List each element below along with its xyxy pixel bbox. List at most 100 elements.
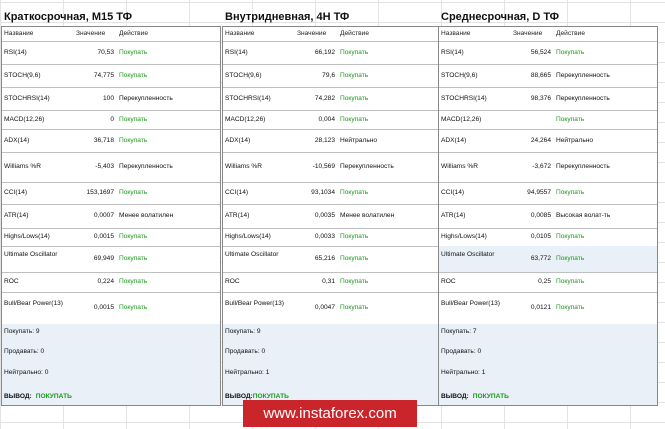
indicator-name: Bull/Bear Power(13) xyxy=(225,300,285,307)
indicator-name: STOCHRSI(14) xyxy=(4,95,50,102)
indicator-action: Покупать xyxy=(119,233,148,240)
table-header: Название Значение Действие xyxy=(2,27,220,42)
indicator-action: Перекупленность xyxy=(340,163,394,170)
column-header-name: Название xyxy=(441,30,471,37)
indicator-name: STOCH(9,6) xyxy=(4,72,41,79)
table-row: Ultimate Oscillator 69,949 Покупать xyxy=(2,246,220,273)
indicator-value: 0,0105 xyxy=(530,233,551,240)
summary-sell-count: Продавать: 0 xyxy=(225,348,266,355)
indicator-value: 74,282 xyxy=(314,95,335,102)
table-row: Ultimate Oscillator 63,772 Покупать xyxy=(439,246,657,273)
indicator-action: Менее волатилен xyxy=(340,212,395,219)
table-row: CCI(14) 93,1034 Покупать xyxy=(223,182,441,205)
table-row: CCI(14) 153,1697 Покупать xyxy=(2,182,220,205)
summary-neutral-count: Нейтрально: 0 xyxy=(4,369,49,376)
panel-title: Среднесрочная, D ТФ xyxy=(441,11,560,23)
table-row: MACD(12,26) Покупать xyxy=(439,110,657,130)
table-row: STOCH(9,6) 74,775 Покупать xyxy=(2,64,220,88)
indicator-value: 0,224 xyxy=(97,278,114,285)
table-row: ADX(14) 28,123 Нейтрально xyxy=(223,129,441,153)
indicator-value: -10,569 xyxy=(312,163,335,170)
table-row: ATR(14) 0,0007 Менее волатилен xyxy=(2,204,220,229)
table-row: STOCHRSI(14) 100 Перекупленность xyxy=(2,87,220,111)
panel-short-term: Краткосрочная, M15 ТФ Название Значение Де… xyxy=(1,8,221,406)
indicator-value: 69,949 xyxy=(93,255,114,262)
indicator-action: Покупать xyxy=(556,189,585,196)
indicator-action: Перекупленность xyxy=(556,163,610,170)
indicator-name: Williams %R xyxy=(441,163,478,170)
table-row: ATR(14) 0,0035 Менее волатилен xyxy=(223,204,441,229)
summary-neutral-count: Нейтрально: 1 xyxy=(225,369,270,376)
indicator-action: Покупать xyxy=(340,72,369,79)
table-row: Highs/Lows(14) 0,0105 Покупать xyxy=(439,228,657,247)
indicator-action: Перекупленность xyxy=(119,163,173,170)
indicator-value: 66,192 xyxy=(314,49,335,56)
column-header-action: Действие xyxy=(340,30,369,37)
indicator-action: Высокая волат-ть xyxy=(556,212,611,219)
indicator-value: 0,0007 xyxy=(93,212,114,219)
indicator-name: RSI(14) xyxy=(441,49,464,56)
indicator-name: CCI(14) xyxy=(4,189,28,196)
indicator-action: Нейтрально xyxy=(340,137,378,144)
indicator-value: 88,665 xyxy=(530,72,551,79)
indicator-name: CCI(14) xyxy=(225,189,249,196)
indicator-action: Покупать xyxy=(119,137,148,144)
indicator-name: Highs/Lows(14) xyxy=(441,233,487,240)
indicator-name: STOCHRSI(14) xyxy=(441,95,487,102)
indicator-action: Перекупленность xyxy=(556,95,610,102)
table-row: ADX(14) 24,264 Нейтрально xyxy=(439,129,657,153)
panel-intraday: Внутридневная, 4H ТФ Название Значение Дей… xyxy=(222,8,442,406)
table-row: Highs/Lows(14) 0,0015 Покупать xyxy=(2,228,220,247)
indicator-name: ADX(14) xyxy=(441,137,467,144)
indicator-value: 74,775 xyxy=(93,72,114,79)
table-row: ROC 0,31 Покупать xyxy=(223,272,441,293)
summary-neutral-count: Нейтрально: 1 xyxy=(441,369,486,376)
table-row: Highs/Lows(14) 0,0033 Покупать xyxy=(223,228,441,247)
indicator-action: Менее волатилен xyxy=(119,212,174,219)
indicator-action: Покупать xyxy=(340,278,369,285)
indicator-action: Покупать xyxy=(556,49,585,56)
table-row: Williams %R -3,672 Перекупленность xyxy=(439,152,657,183)
indicator-table: Название Значение Действие RSI(14) 66,192 Пок… xyxy=(222,26,442,406)
indicator-name: Williams %R xyxy=(4,163,41,170)
indicator-value: 24,264 xyxy=(530,137,551,144)
table-row: ATR(14) 0,0085 Высокая волат-ть xyxy=(439,204,657,229)
verdict-value: ПОКУПАТЬ xyxy=(35,393,72,400)
table-row: STOCH(9,6) 88,665 Перекупленность xyxy=(439,64,657,88)
indicator-value: 98,376 xyxy=(530,95,551,102)
indicator-value: 56,524 xyxy=(530,49,551,56)
indicator-action: Покупать xyxy=(119,116,148,123)
indicator-name: ATR(14) xyxy=(441,212,466,219)
indicator-name: STOCH(9,6) xyxy=(225,72,262,79)
indicator-action: Покупать xyxy=(556,116,585,123)
summary-verdict: ВЫВОД:ПОКУПАТЬ xyxy=(4,393,72,400)
table-row: STOCH(9,6) 79,6 Покупать xyxy=(223,64,441,88)
indicator-value: 0,0047 xyxy=(314,304,335,311)
table-header: Название Значение Действие xyxy=(439,27,657,42)
indicator-value: 79,6 xyxy=(322,72,335,79)
table-row: RSI(14) 56,524 Покупать xyxy=(439,41,657,65)
indicator-value: 70,53 xyxy=(97,49,114,56)
table-row: CCI(14) 94,9557 Покупать xyxy=(439,182,657,205)
table-row: MACD(12,26) 0 Покупать xyxy=(2,110,220,130)
summary-block: Покупать: 9 Продавать: 0 Нейтрально: 1 ВЫВО… xyxy=(223,324,441,405)
column-header-value: Значение xyxy=(76,30,106,37)
indicator-name: ROC xyxy=(4,278,19,285)
indicator-action: Покупать xyxy=(119,304,148,311)
indicator-action: Покупать xyxy=(340,189,369,196)
indicator-name: Bull/Bear Power(13) xyxy=(4,300,64,307)
indicator-value: -5,403 xyxy=(95,163,114,170)
summary-buy-count: Покупать: 9 xyxy=(4,328,40,335)
indicator-name: Highs/Lows(14) xyxy=(4,233,50,240)
panel-title: Внутридневная, 4H ТФ xyxy=(225,11,350,23)
indicator-value: 0,25 xyxy=(538,278,551,285)
indicator-action: Нейтрально xyxy=(556,137,594,144)
summary-buy-count: Покупать: 7 xyxy=(441,328,477,335)
table-row: Williams %R -5,403 Перекупленность xyxy=(2,152,220,183)
table-row: RSI(14) 70,53 Покупать xyxy=(2,41,220,65)
indicator-action: Перекупленность xyxy=(556,72,610,79)
indicator-table: Название Значение Действие RSI(14) 56,524 Пок… xyxy=(438,26,658,406)
indicator-name: Ultimate Oscillator xyxy=(225,251,279,258)
verdict-value: ПОКУПАТЬ xyxy=(472,393,509,400)
summary-sell-count: Продавать: 0 xyxy=(4,348,45,355)
